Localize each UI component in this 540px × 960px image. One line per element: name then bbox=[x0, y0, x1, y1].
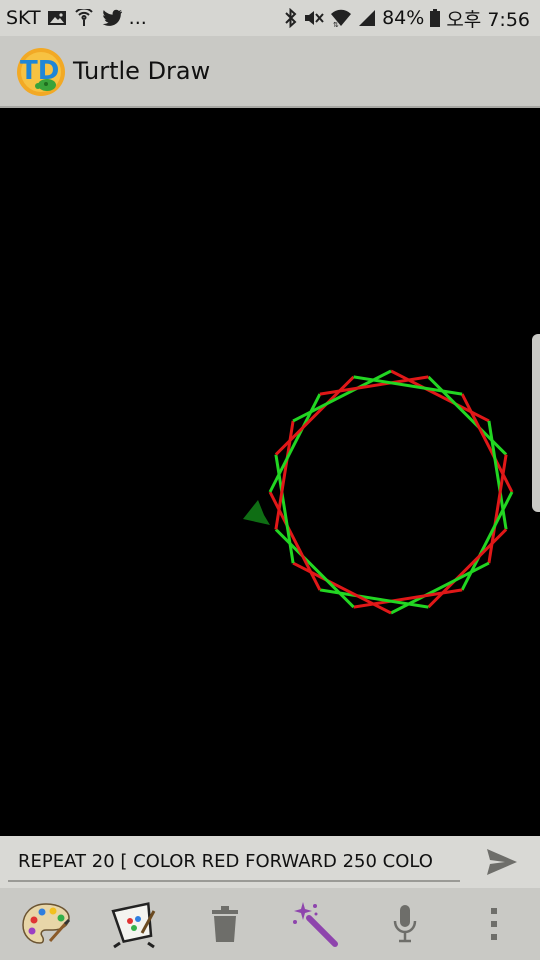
status-left: SKT ... bbox=[6, 0, 147, 36]
bluetooth-icon bbox=[284, 8, 298, 28]
scroll-handle[interactable] bbox=[532, 334, 540, 512]
canvas-settings-button[interactable] bbox=[106, 898, 162, 950]
status-bar: SKT ... ⇅ 84% 오후 7:56 bbox=[0, 0, 540, 36]
app-bar: TD Turtle Draw bbox=[0, 36, 540, 108]
star-line-segment bbox=[460, 393, 514, 493]
clock: 오후 7:56 bbox=[446, 8, 530, 31]
signal-icon bbox=[357, 8, 377, 28]
more-notifications: ... bbox=[128, 7, 147, 29]
canvas-settings-icon bbox=[111, 902, 156, 949]
star-line-segment bbox=[460, 491, 514, 591]
magic-wand-button[interactable] bbox=[287, 898, 343, 950]
trash-icon bbox=[212, 906, 238, 942]
command-input[interactable] bbox=[8, 842, 460, 882]
bottom-toolbar bbox=[0, 888, 540, 960]
wifi-calling-icon bbox=[73, 9, 95, 27]
star-line-segment bbox=[268, 393, 322, 493]
palette-button[interactable] bbox=[18, 898, 74, 950]
app-title: Turtle Draw bbox=[73, 57, 211, 85]
mute-icon bbox=[303, 8, 325, 28]
clear-button[interactable] bbox=[197, 898, 253, 950]
carrier-label: SKT bbox=[6, 7, 41, 29]
battery-icon bbox=[429, 8, 441, 28]
turtle-draw-logo: TD bbox=[16, 47, 66, 97]
drawing-canvas[interactable] bbox=[0, 108, 540, 836]
star-line-segment bbox=[427, 528, 508, 609]
star-line-segment bbox=[390, 369, 490, 423]
star-line-segment bbox=[292, 369, 392, 423]
command-bar bbox=[0, 836, 540, 888]
overflow-menu-button[interactable] bbox=[466, 898, 522, 950]
image-icon bbox=[47, 9, 67, 27]
battery-percent: 84% bbox=[382, 7, 425, 29]
turtle-cursor bbox=[243, 500, 270, 525]
turtle-drawing bbox=[243, 369, 514, 615]
palette-icon bbox=[22, 903, 71, 944]
star-line-segment bbox=[390, 561, 490, 615]
status-right: ⇅ 84% 오후 7:56 bbox=[284, 0, 530, 36]
star-line-segment bbox=[427, 375, 508, 456]
twitter-icon bbox=[101, 9, 123, 27]
wifi-icon: ⇅ bbox=[330, 8, 352, 28]
star-line-segment bbox=[274, 528, 355, 609]
send-icon bbox=[487, 849, 517, 875]
star-line-segment bbox=[274, 375, 355, 456]
magic-wand-icon bbox=[293, 902, 338, 947]
star-line-segment bbox=[292, 561, 392, 615]
send-button[interactable] bbox=[482, 844, 522, 880]
svg-text:⇅: ⇅ bbox=[333, 21, 339, 28]
star-line-segment bbox=[268, 491, 322, 591]
microphone-icon bbox=[393, 905, 417, 943]
microphone-button[interactable] bbox=[377, 898, 433, 950]
overflow-menu-icon bbox=[491, 908, 497, 940]
